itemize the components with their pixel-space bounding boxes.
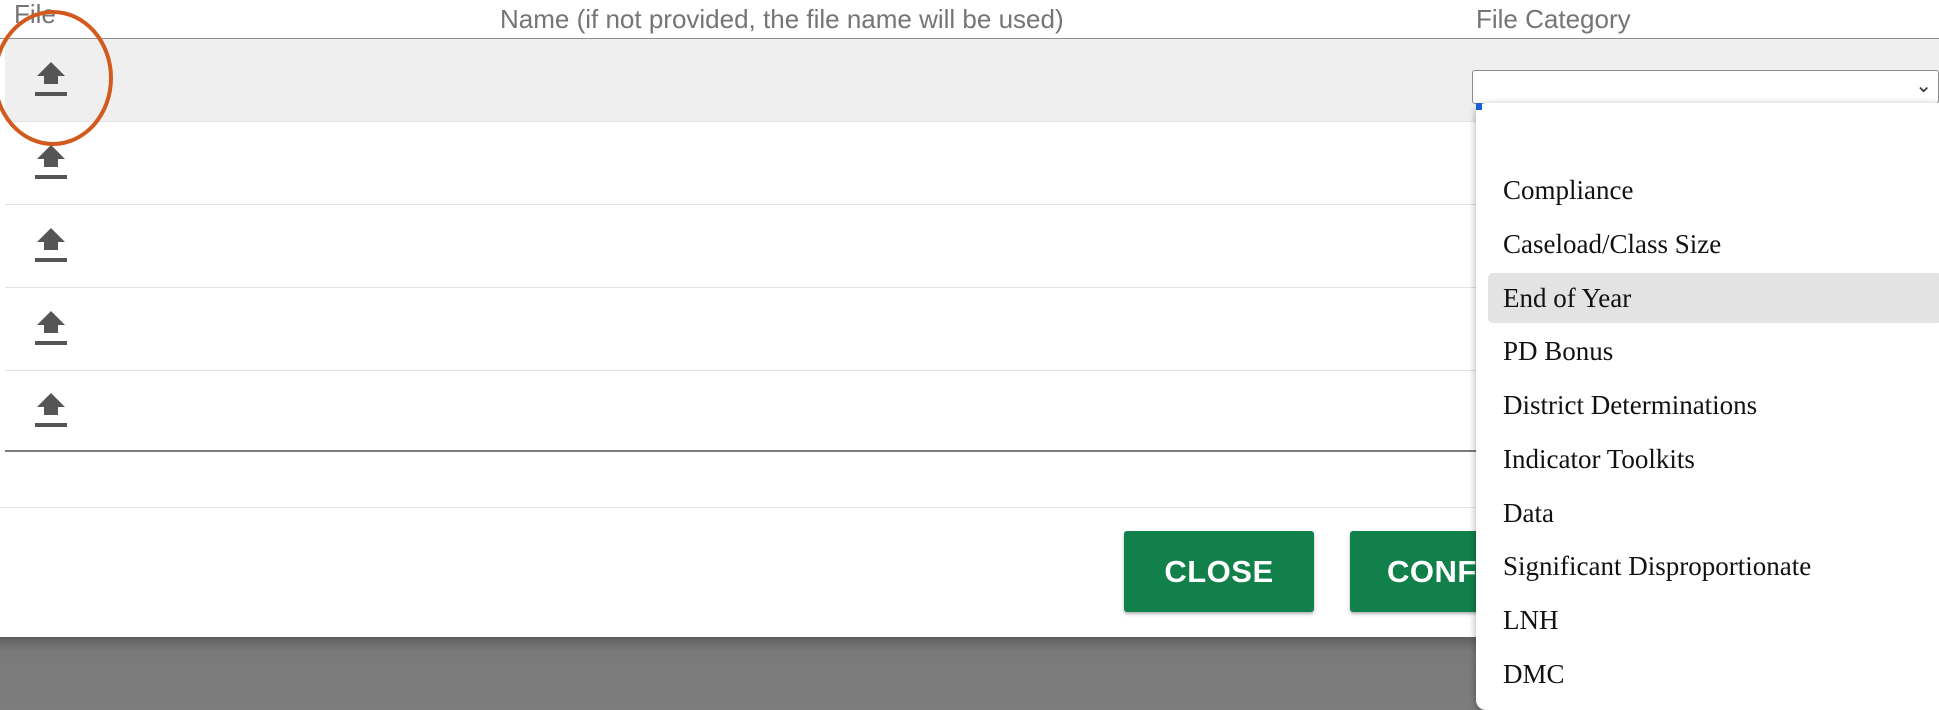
upload-icon[interactable] xyxy=(32,390,70,430)
dropdown-option[interactable]: LNH xyxy=(1488,595,1939,645)
file-category-select[interactable]: ⌄ xyxy=(1472,70,1939,104)
dropdown-option[interactable]: DMC xyxy=(1488,649,1939,699)
upload-icon[interactable] xyxy=(32,142,70,182)
focus-marker xyxy=(1476,103,1482,110)
dropdown-option-empty[interactable] xyxy=(1488,109,1939,159)
column-header-name: Name (if not provided, the file name wil… xyxy=(500,4,1064,34)
dropdown-option[interactable]: Caseload/Class Size xyxy=(1488,219,1939,269)
upload-icon[interactable] xyxy=(32,308,70,348)
upload-icon[interactable] xyxy=(32,225,70,265)
dropdown-option-highlighted[interactable]: End of Year xyxy=(1488,273,1939,323)
chevron-down-icon: ⌄ xyxy=(1915,75,1932,97)
column-header-category: File Category xyxy=(1476,4,1631,34)
file-category-dropdown: Compliance Caseload/Class Size End of Ye… xyxy=(1476,103,1939,710)
dropdown-option[interactable]: Compliance xyxy=(1488,165,1939,215)
dropdown-option[interactable]: Data xyxy=(1488,488,1939,538)
dropdown-option[interactable]: District Determinations xyxy=(1488,380,1939,430)
dropdown-option[interactable]: PD Bonus xyxy=(1488,326,1939,376)
close-button[interactable]: CLOSE xyxy=(1124,531,1314,612)
dropdown-option[interactable]: Significant Disproportionate xyxy=(1488,541,1939,591)
dropdown-option[interactable]: Indicator Toolkits xyxy=(1488,434,1939,484)
